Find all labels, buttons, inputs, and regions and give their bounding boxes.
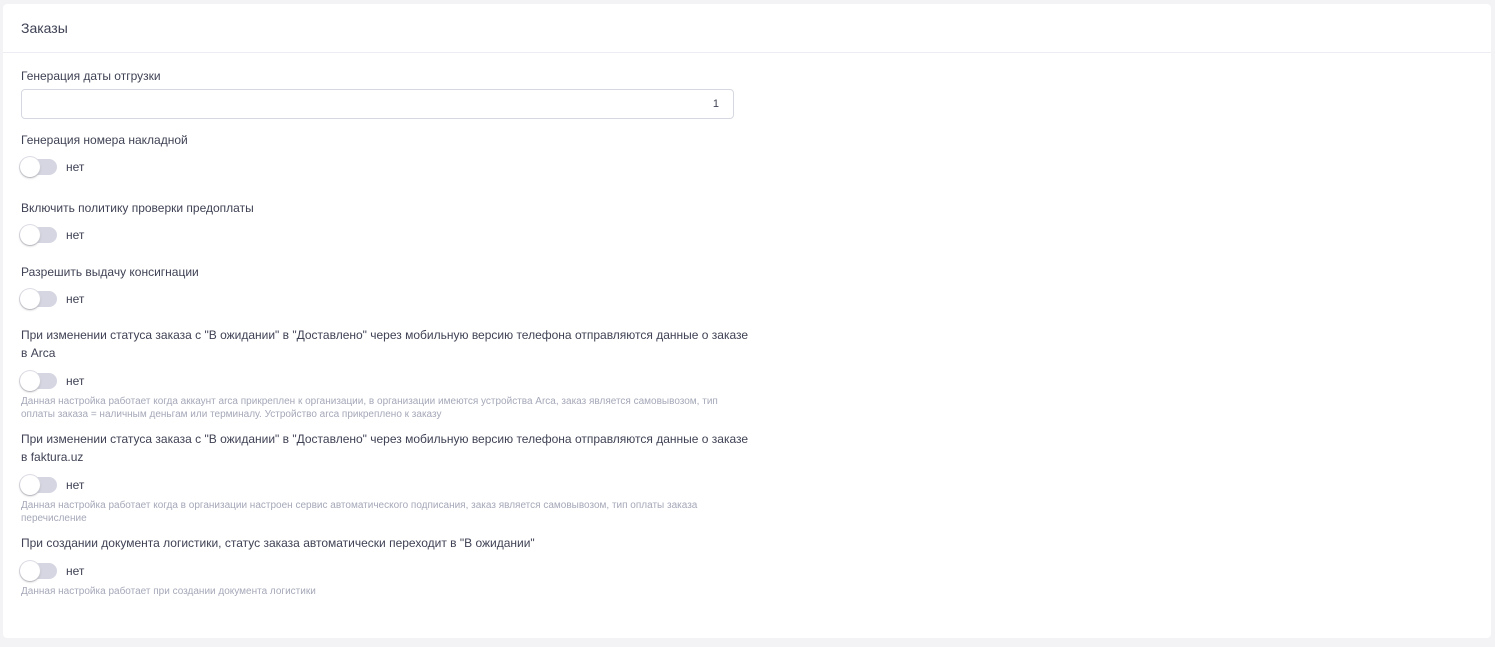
toggle-state-text: нет [66, 478, 85, 492]
card-header: Заказы [3, 4, 1491, 53]
toggle-state-text: нет [66, 160, 85, 174]
setting-label: При изменении статуса заказа с "В ожидан… [21, 432, 749, 464]
toggle-knob [20, 225, 40, 245]
shipping-date-label: Генерация даты отгрузки [21, 69, 161, 83]
orders-settings-card: Заказы Генерация даты отгрузки Генерация… [3, 4, 1491, 638]
switch-row: нет [20, 289, 751, 309]
setting-prepayment-policy: Включить политику проверки предоплаты не… [20, 199, 751, 245]
switch-row: нет [20, 225, 751, 245]
toggle-knob [20, 475, 40, 495]
arca-sync-toggle[interactable] [20, 371, 57, 391]
shipping-date-field: Генерация даты отгрузки [21, 67, 751, 119]
switch-row: нет [20, 371, 751, 391]
card-body: Генерация даты отгрузки Генерация номера… [3, 53, 751, 598]
setting-arca-sync: При изменении статуса заказа с "В ожидан… [20, 326, 751, 421]
shipping-date-input[interactable] [21, 89, 734, 119]
consignment-toggle[interactable] [20, 289, 57, 309]
setting-hint: Данная настройка работает когда аккаунт … [21, 396, 718, 420]
switch-row: нет [20, 157, 751, 177]
toggle-knob [20, 561, 40, 581]
setting-hint: Данная настройка работает когда в органи… [21, 500, 698, 524]
setting-consignment: Разрешить выдачу консигнации нет [20, 263, 751, 309]
card-title: Заказы [21, 20, 68, 36]
toggle-knob [20, 157, 40, 177]
invoice-number-toggle[interactable] [20, 157, 57, 177]
setting-label: Включить политику проверки предоплаты [21, 201, 254, 215]
setting-label: При изменении статуса заказа с "В ожидан… [21, 328, 749, 360]
setting-invoice-number: Генерация номера накладной нет [20, 131, 751, 177]
setting-label: При создании документа логистики, статус… [21, 536, 535, 550]
switch-row: нет [20, 561, 751, 581]
setting-faktura-sync: При изменении статуса заказа с "В ожидан… [20, 430, 751, 525]
logistics-status-toggle[interactable] [20, 561, 57, 581]
toggle-knob [20, 371, 40, 391]
toggle-state-text: нет [66, 374, 85, 388]
toggle-state-text: нет [66, 564, 85, 578]
setting-hint: Данная настройка работает при создании д… [21, 586, 316, 597]
toggle-state-text: нет [66, 228, 85, 242]
toggle-state-text: нет [66, 292, 85, 306]
setting-label: Генерация номера накладной [21, 133, 188, 147]
prepayment-policy-toggle[interactable] [20, 225, 57, 245]
setting-label: Разрешить выдачу консигнации [21, 265, 199, 279]
faktura-sync-toggle[interactable] [20, 475, 57, 495]
toggle-knob [20, 289, 40, 309]
setting-logistics-status: При создании документа логистики, статус… [20, 534, 751, 598]
switch-row: нет [20, 475, 751, 495]
